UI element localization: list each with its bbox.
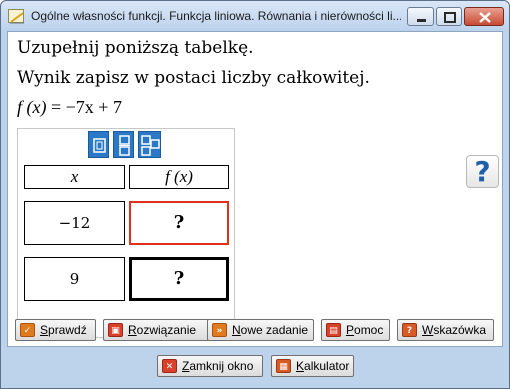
minimize-button[interactable] [407,7,434,26]
check-button[interactable]: ✓ Sprawdź [15,319,96,341]
calculator-icon: ▦ [276,359,291,373]
maximize-button[interactable] [436,7,462,26]
app-window: Ogólne własności funkcji. Funkcja liniow… [0,0,510,389]
help-question-icon[interactable]: ? [466,155,499,188]
calculator-button[interactable]: ▦ Kalkulator [271,355,354,377]
header-x: x [24,165,125,189]
format-instruction-text: Wynik zapisz w postaci liczby całkowitej… [17,68,370,88]
close-window-button[interactable]: ✕ Zamknij okno [157,355,263,377]
solution-icon: ▣ [108,323,123,337]
x-value-cell: −12 [24,201,125,245]
close-icon: ✕ [162,359,177,373]
close-button[interactable] [464,7,504,26]
hint-icon: ? [402,323,417,337]
single-layout-icon[interactable] [88,131,109,158]
instruction-text: Uzupełnij poniższą tabelkę. [17,38,254,58]
content-panel: Uzupełnij poniższą tabelkę. Wynik zapisz… [7,31,503,347]
app-icon [8,9,24,24]
fast-forward-icon: » [212,323,227,337]
x-value-cell: 9 [24,257,125,301]
vertical-layout-icon[interactable] [113,131,134,158]
answer-input-1[interactable]: ? [129,201,229,245]
formula-rhs: = −7x + 7 [50,97,122,117]
formula-lhs: f (x) [17,97,47,117]
header-fx: f (x) [129,165,229,189]
solution-button[interactable]: ▣ Rozwiązanie [103,319,217,341]
help-button[interactable]: ▤ Pomoc [321,319,390,341]
value-table: x f (x) −12 ? 9 ? [17,128,235,338]
grid-layout-icon[interactable] [138,131,161,158]
check-icon: ✓ [20,323,35,337]
title-bar[interactable]: Ogólne własności funkcji. Funkcja liniow… [1,1,509,31]
new-task-button[interactable]: » Nowe zadanie [207,319,314,341]
hint-button[interactable]: ? Wskazówka [397,319,494,341]
book-icon: ▤ [326,323,341,337]
function-formula: f (x) = −7x + 7 [17,97,122,118]
answer-input-2[interactable]: ? [129,257,229,301]
window-title: Ogólne własności funkcji. Funkcja liniow… [31,9,401,23]
